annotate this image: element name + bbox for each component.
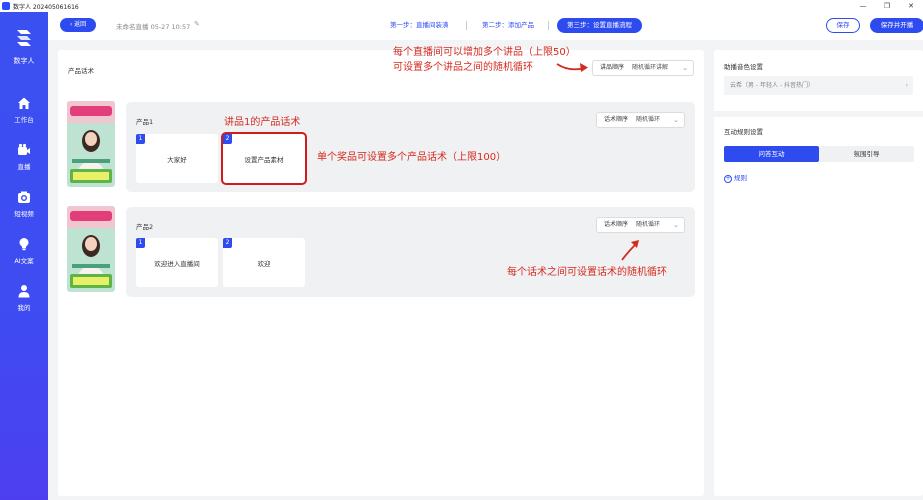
material-index-badge: 1 (136, 134, 145, 144)
voice-value: 云希（男 - 年轻人 - 抖音热门） (730, 82, 814, 89)
back-button[interactable]: ‹ 返回 (60, 18, 96, 32)
script-order-dropdown[interactable]: 话术顺序 随机循环 ⌄ (596, 217, 685, 233)
top-bar: ‹ 返回 未命名直播 05-27 10:57 ✎ 第一步：直播间装潢 第二步：添… (48, 12, 923, 40)
save-button[interactable]: 保存 (826, 18, 860, 33)
add-rule-label: 规则 (734, 174, 747, 182)
user-icon (18, 285, 30, 298)
product-name: 产品1 (136, 118, 154, 126)
sidebar-item-ai-copy[interactable]: AI文案 (0, 237, 48, 265)
annotation-products-limit: 每个直播间可以增加多个讲品（上限50） (393, 47, 576, 58)
lightbulb-icon (19, 238, 29, 251)
script-material[interactable]: 1 大家好 (136, 134, 218, 183)
sidebar: 数字人 工作台 直播 短视频 AI文案 我的 (0, 12, 48, 500)
script-order-dropdown[interactable]: 话术顺序 随机循环 ⌄ (596, 112, 685, 128)
script-material[interactable]: 1 欢迎进入直播间 (136, 238, 218, 287)
product-image (67, 101, 115, 187)
edit-title-icon[interactable]: ✎ (194, 20, 200, 28)
dropdown-value: 随机循环 (636, 221, 661, 228)
step-1-decorate[interactable]: 第一步：直播间装潢 (390, 18, 449, 33)
product-2-thumbnail[interactable] (67, 206, 115, 292)
material-index-badge: 1 (136, 238, 145, 248)
sidebar-item-label: 工作台 (14, 116, 34, 124)
step-divider (466, 21, 467, 30)
step-3-live-flow[interactable]: 第三步：设置直播流程 (557, 18, 642, 33)
live-room-title: 未命名直播 05-27 10:57 (116, 23, 191, 31)
sidebar-item-label: 我的 (17, 304, 31, 312)
product-card-2: 产品2 话术顺序 随机循环 ⌄ 1 欢迎进入直播间 2 欢迎 (126, 207, 695, 297)
chevron-down-icon: ⌄ (673, 221, 679, 229)
brand-logo-icon (17, 30, 31, 46)
sidebar-item-label: AI文案 (14, 257, 34, 265)
voice-select[interactable]: 云希（男 - 年轻人 - 抖音热门） › (724, 76, 913, 95)
material-text: 欢迎 (257, 260, 271, 268)
chevron-down-icon: ⌄ (673, 116, 679, 124)
step-divider (548, 21, 549, 30)
product-name: 产品2 (136, 223, 154, 231)
material-text: 设置产品素材 (244, 156, 284, 164)
home-icon (18, 97, 30, 109)
material-text: 大家好 (167, 156, 187, 164)
section-title: 产品话术 (68, 67, 94, 75)
panel-divider (714, 111, 923, 117)
close-button[interactable]: ✕ (899, 0, 923, 12)
camera-icon (18, 143, 30, 155)
maximize-button[interactable]: ❐ (875, 0, 899, 12)
window-title: 数字人 202405061616 (13, 3, 79, 11)
product-card-1: 产品1 话术顺序 随机循环 ⌄ 1 大家好 2 设置产品素材 (126, 102, 695, 192)
brand-name: 数字人 (13, 57, 35, 65)
step-2-add-products[interactable]: 第二步：添加产品 (482, 18, 534, 33)
dropdown-label: 讲品顺序 (600, 64, 625, 71)
dropdown-value: 随机循环讲解 (632, 64, 669, 71)
sidebar-item-short-video[interactable]: 短视频 (0, 190, 48, 218)
interaction-settings-title: 互动规则设置 (724, 128, 763, 136)
chevron-right-icon: › (905, 82, 908, 89)
video-camera-icon (18, 191, 30, 203)
dropdown-label: 话术顺序 (604, 221, 629, 228)
back-button-label: 返回 (74, 21, 87, 28)
app-icon (2, 2, 10, 10)
annotation-random-loop: 每个话术之间可设置话术的随机循环 (507, 267, 667, 278)
minimize-button[interactable]: — (851, 0, 875, 12)
script-material[interactable]: 2 欢迎 (223, 238, 305, 287)
chevron-down-icon: ⌄ (682, 64, 688, 72)
material-text: 欢迎进入直播间 (154, 260, 200, 268)
product-image (67, 206, 115, 292)
plus-circle-icon: + (724, 175, 732, 183)
sidebar-item-workbench[interactable]: 工作台 (0, 96, 48, 124)
window-title-bar: 数字人 202405061616 — ❐ ✕ (0, 0, 923, 12)
window-controls: — ❐ ✕ (851, 0, 923, 12)
voice-settings-title: 助播音色设置 (724, 63, 763, 71)
tab-qa-interaction[interactable]: 问答互动 (724, 146, 819, 162)
sidebar-item-label: 短视频 (14, 210, 34, 218)
product-1-thumbnail[interactable] (67, 101, 115, 187)
arrow-icon (621, 240, 639, 261)
annotation-products-random: 可设置多个讲品之间的随机循环 (393, 62, 533, 73)
add-rule-link[interactable]: + 规则 (724, 172, 747, 183)
save-and-start-button[interactable]: 保存并开播 (870, 18, 923, 33)
script-material[interactable]: 2 设置产品素材 (221, 132, 307, 185)
sidebar-item-mine[interactable]: 我的 (0, 284, 48, 312)
dropdown-label: 话术顺序 (604, 116, 629, 123)
sidebar-item-label: 直播 (17, 163, 31, 171)
arrow-icon (556, 63, 588, 72)
annotation-product-script: 讲品1的产品话术 (224, 117, 301, 128)
product-order-dropdown[interactable]: 讲品顺序 随机循环讲解 ⌄ (592, 60, 694, 76)
material-index-badge: 2 (223, 134, 232, 144)
sidebar-item-live[interactable]: 直播 (0, 143, 48, 171)
dropdown-value: 随机循环 (636, 116, 661, 123)
tab-atmosphere-guide[interactable]: 氛围引导 (819, 146, 914, 162)
material-index-badge: 2 (223, 238, 232, 248)
annotation-materials-limit: 单个奖品可设置多个产品话术（上限100） (317, 152, 507, 163)
